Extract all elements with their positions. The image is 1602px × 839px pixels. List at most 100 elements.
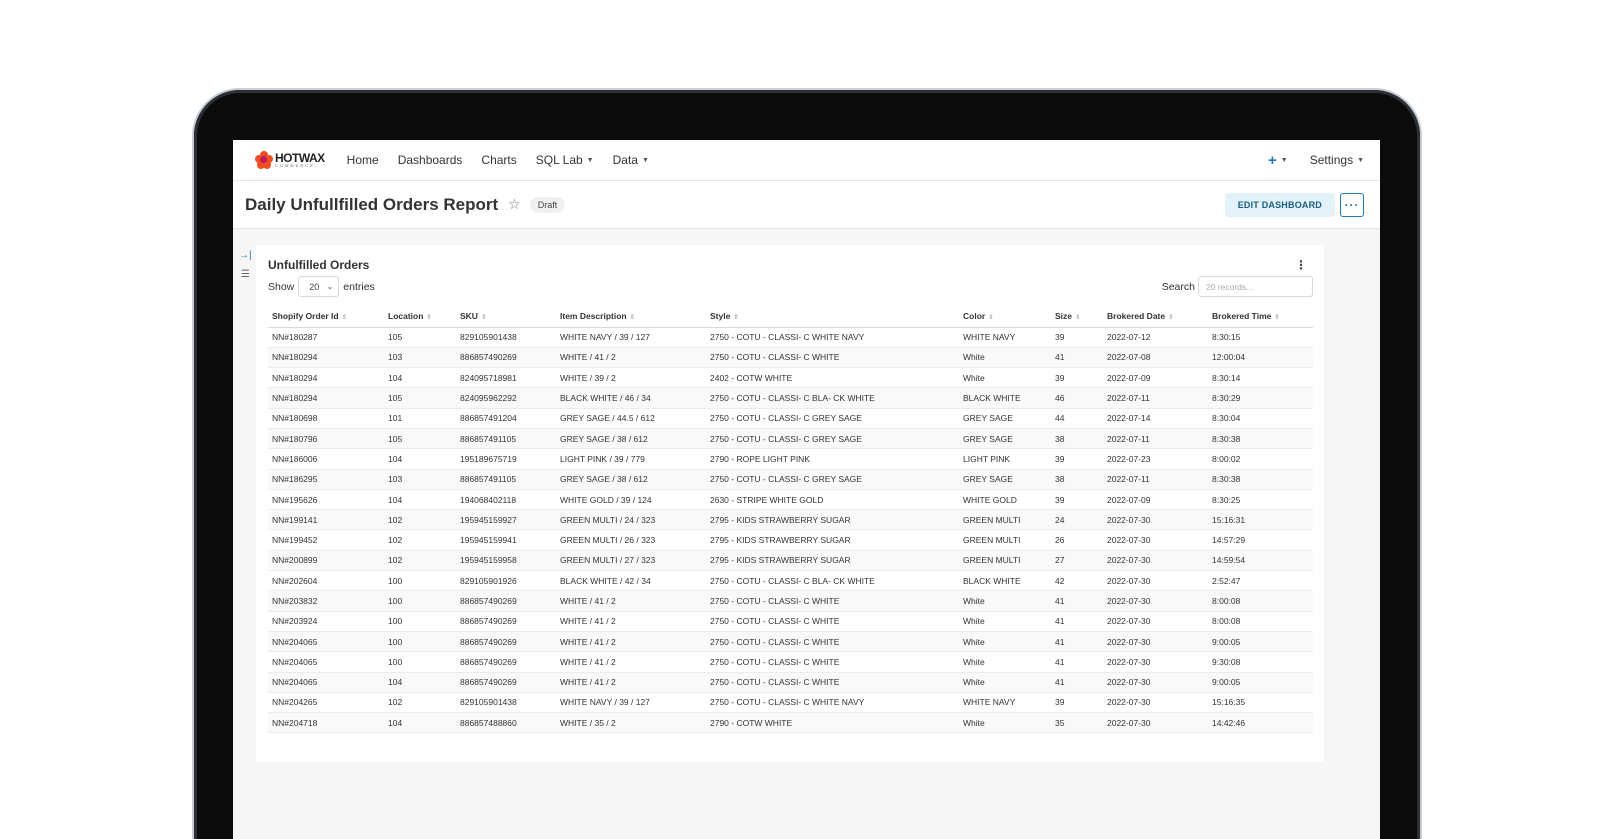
nav-sql-lab-label: SQL Lab: [535, 153, 583, 167]
table-cell: 39: [1051, 367, 1103, 389]
nav-data-label: Data: [612, 153, 638, 167]
sort-icon[interactable]: ⇕: [342, 314, 347, 321]
nav-home-label: Home: [346, 153, 379, 167]
table-cell: GREY SAGE: [959, 408, 1051, 429]
table-cell: 2750 - COTU - CLASSI- C WHITE: [706, 590, 959, 612]
table-row: NN#180796 105 886857491105 GREY SAGE / 38 /…: [268, 428, 1313, 450]
column-header[interactable]: Size ⇕: [1051, 306, 1103, 328]
table-cell: 2790 - ROPE LIGHT PINK: [706, 448, 959, 470]
table-cell: 8:00:08: [1208, 611, 1313, 632]
sort-icon[interactable]: ⇕: [1075, 314, 1080, 321]
nav-data[interactable]: Data ▼: [613, 153, 649, 167]
edit-dashboard-button[interactable]: EDIT DASHBOARD: [1224, 192, 1335, 217]
table-cell: 9:00:05: [1208, 672, 1313, 693]
column-header[interactable]: Brokered Time ⇕: [1208, 306, 1313, 328]
table-row: NN#180294 104 824095718981 WHITE / 39 / 2 24…: [268, 367, 1313, 389]
table-cell: White: [959, 347, 1051, 369]
table-cell: White: [959, 651, 1051, 673]
table-cell: 2022-07-30: [1103, 550, 1208, 572]
filter-icon[interactable]: ☰: [241, 269, 250, 280]
table-cell: 100: [384, 651, 456, 673]
table-cell: 195189675719: [456, 448, 556, 470]
brand-logo[interactable]: HOTWAX COMMERCE: [255, 151, 325, 169]
table-cell: 39: [1051, 692, 1103, 714]
table-cell: 2795 - KIDS STRAWBERRY SUGAR: [706, 529, 959, 551]
column-header[interactable]: Brokered Date ⇕: [1103, 306, 1208, 328]
table-cell: 8:30:25: [1208, 489, 1313, 511]
table-cell: 14:42:46: [1208, 712, 1313, 734]
column-header[interactable]: Style ⇕: [706, 306, 959, 328]
table-cell: 8:00:02: [1208, 448, 1313, 470]
page-size-select[interactable]: 20 ⌄: [298, 276, 340, 297]
nav-home[interactable]: Home: [347, 153, 379, 167]
search-input[interactable]: [1198, 276, 1313, 297]
column-header[interactable]: Shopify Order Id ⇕: [268, 306, 384, 328]
column-header[interactable]: Location ⇕: [384, 306, 456, 328]
nav-charts[interactable]: Charts: [481, 153, 516, 167]
star-icon[interactable]: ☆: [508, 196, 521, 213]
chart-title: Unfulfilled Orders: [268, 258, 370, 272]
sort-icon[interactable]: ⇕: [481, 314, 486, 321]
table-cell: 829105901438: [456, 692, 556, 714]
table-cell: White: [959, 631, 1051, 653]
table-cell: WHITE GOLD: [959, 489, 1051, 511]
more-horizontal-icon[interactable]: ···: [1340, 192, 1364, 217]
table-cell: 2022-07-30: [1103, 529, 1208, 551]
table-cell: 103: [384, 347, 456, 369]
table-cell: NN#180294: [268, 367, 384, 389]
table-cell: 42: [1051, 570, 1103, 592]
caret-down-icon: ▼: [586, 156, 594, 164]
table-cell: 41: [1051, 590, 1103, 612]
column-header-label: Style: [710, 311, 731, 322]
table-cell: 24: [1051, 509, 1103, 531]
column-header[interactable]: Color ⇕: [959, 306, 1051, 328]
add-new-button[interactable]: + ▼: [1268, 152, 1288, 169]
table-cell: 104: [384, 712, 456, 734]
status-badge[interactable]: Draft: [529, 196, 566, 213]
table-cell: WHITE NAVY: [959, 692, 1051, 714]
table-cell: NN#180796: [268, 428, 384, 450]
sort-icon[interactable]: ⇕: [1274, 314, 1279, 321]
table-cell: 105: [384, 327, 456, 348]
table-row: NN#195626 104 194068402118 WHITE GOLD / 39 …: [268, 489, 1313, 511]
table-cell: 2750 - COTU - CLASSI- C GREY SAGE: [706, 408, 959, 429]
table-cell: 886857491105: [456, 428, 556, 450]
column-header[interactable]: SKU ⇕: [456, 306, 556, 328]
table-cell: 8:30:15: [1208, 327, 1313, 348]
table-cell: 824095718981: [456, 367, 556, 389]
table-cell: 2750 - COTU - CLASSI- C WHITE: [706, 611, 959, 632]
settings-menu[interactable]: Settings ▼: [1310, 153, 1364, 167]
table-cell: 41: [1051, 611, 1103, 632]
table-row: NN#204718 104 886857488860 WHITE / 35 / 2 27…: [268, 712, 1313, 734]
table-cell: 26: [1051, 529, 1103, 551]
sort-icon[interactable]: ⇕: [630, 314, 635, 321]
table-cell: 9:30:08: [1208, 651, 1313, 673]
table-row: NN#180294 103 886857490269 WHITE / 41 / 2 27…: [268, 347, 1313, 369]
table-cell: 2750 - COTU - CLASSI- C GREY SAGE: [706, 469, 959, 490]
table-cell: 2022-07-08: [1103, 347, 1208, 369]
table-cell: WHITE / 41 / 2: [556, 590, 706, 612]
nav-sql-lab[interactable]: SQL Lab ▼: [536, 153, 594, 167]
chevron-down-icon: ⌄: [326, 282, 334, 291]
sort-icon[interactable]: ⇕: [1168, 314, 1173, 321]
sort-icon[interactable]: ⇕: [733, 314, 738, 321]
table-cell: NN#180294: [268, 347, 384, 369]
table-cell: 41: [1051, 651, 1103, 673]
sort-icon[interactable]: ⇕: [426, 314, 431, 321]
table-cell: WHITE / 35 / 2: [556, 712, 706, 734]
table-cell: 104: [384, 672, 456, 693]
table-cell: 38: [1051, 428, 1103, 450]
table-cell: 44: [1051, 408, 1103, 429]
table-cell: NN#204065: [268, 631, 384, 653]
collapse-arrow-icon[interactable]: →|: [239, 250, 252, 261]
table-cell: LIGHT PINK / 39 / 779: [556, 448, 706, 470]
table-cell: WHITE / 39 / 2: [556, 367, 706, 389]
table-cell: 46: [1051, 387, 1103, 409]
table-cell: 104: [384, 448, 456, 470]
sort-icon[interactable]: ⇕: [988, 314, 993, 321]
kebab-vertical-icon[interactable]: ⋮: [1295, 258, 1307, 272]
nav-dashboards[interactable]: Dashboards: [398, 153, 463, 167]
table-cell: 39: [1051, 489, 1103, 511]
column-header[interactable]: Item Description ⇕: [556, 306, 706, 328]
table-cell: 2750 - COTU - CLASSI- C WHITE NAVY: [706, 327, 959, 348]
